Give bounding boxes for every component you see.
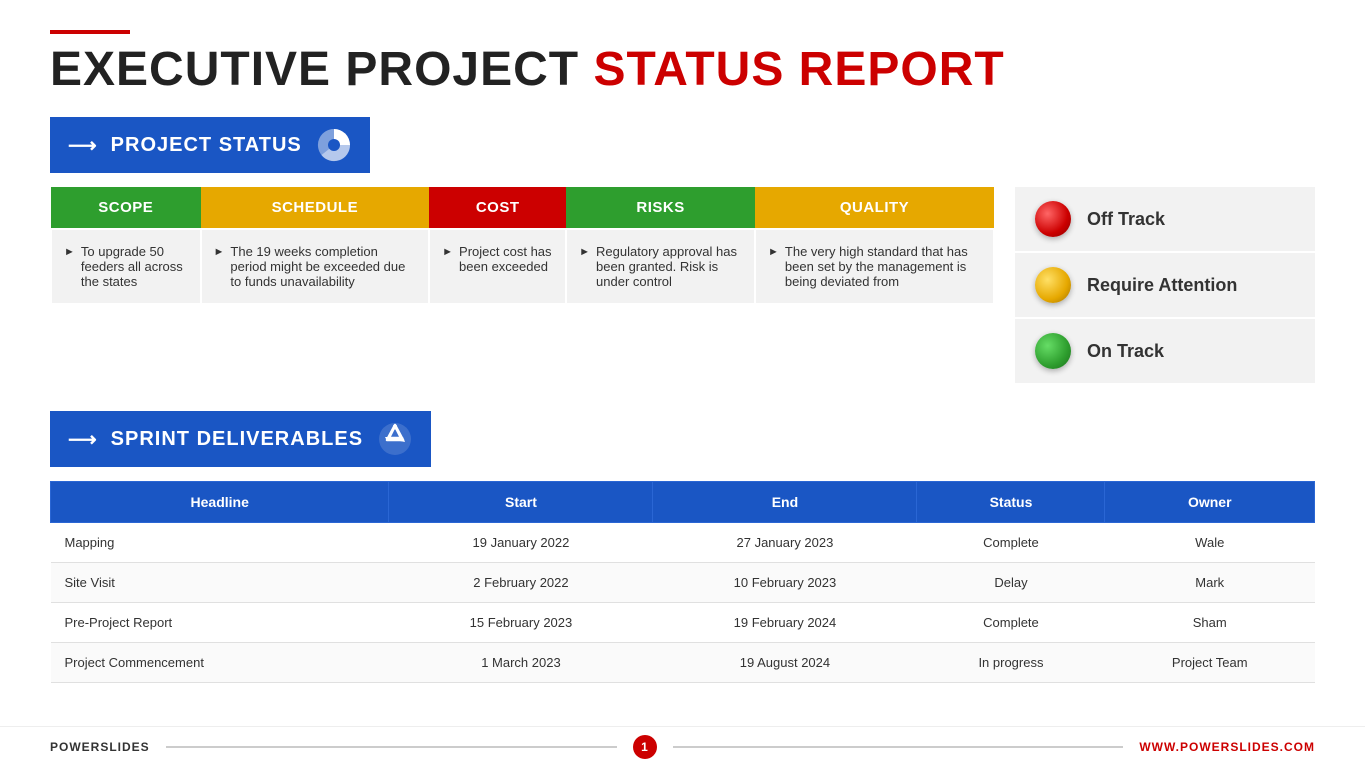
- sprint-deliverables-header: ⟶ SPRINT DELIVERABLES: [50, 411, 431, 467]
- col-headline: Headline: [51, 482, 389, 523]
- off-track-label: Off Track: [1087, 209, 1165, 230]
- page-container: EXECUTIVE PROJECT STATUS REPORT ⟶ PROJEC…: [0, 0, 1365, 767]
- sprint-table: Headline Start End Status Owner Mapping1…: [50, 481, 1315, 683]
- sprint-cell-start: 1 March 2023: [389, 643, 653, 683]
- status-area: SCOPE SCHEDULE COST RISKS QUALITY ► To u…: [50, 187, 1315, 383]
- sprint-cell-owner: Project Team: [1105, 643, 1315, 683]
- cost-cell: ► Project cost has been exceeded: [429, 229, 566, 304]
- risks-text: Regulatory approval has been granted. Ri…: [596, 244, 742, 289]
- col-status: Status: [917, 482, 1105, 523]
- sprint-row: Site Visit2 February 202210 February 202…: [51, 563, 1315, 603]
- risks-header: RISKS: [566, 187, 755, 229]
- cost-text: Project cost has been exceeded: [459, 244, 553, 274]
- scope-cell: ► To upgrade 50 feeders all across the s…: [51, 229, 201, 304]
- footer-line-right: [673, 746, 1124, 748]
- sprint-row: Pre-Project Report15 February 202319 Feb…: [51, 603, 1315, 643]
- project-status-title: PROJECT STATUS: [111, 134, 302, 157]
- pie-chart-icon: [316, 127, 352, 163]
- quality-cell: ► The very high standard that has been s…: [755, 229, 994, 304]
- bullet-triangle: ►: [64, 246, 75, 258]
- require-attention-label: Require Attention: [1087, 275, 1237, 296]
- legend-on-track: On Track: [1015, 319, 1315, 383]
- schedule-text: The 19 weeks completion period might be …: [230, 244, 416, 289]
- sprint-cell-owner: Wale: [1105, 523, 1315, 563]
- sprint-cell-status: Complete: [917, 523, 1105, 563]
- cost-header: COST: [429, 187, 566, 229]
- status-row: ► To upgrade 50 feeders all across the s…: [51, 229, 994, 304]
- header-accent-line: [50, 30, 130, 34]
- trinity-icon: [377, 421, 413, 457]
- sprint-cell-headline: Site Visit: [51, 563, 389, 603]
- legend-require-attention: Require Attention: [1015, 253, 1315, 319]
- bullet-triangle: ►: [214, 246, 225, 258]
- status-table-wrap: SCOPE SCHEDULE COST RISKS QUALITY ► To u…: [50, 187, 995, 305]
- sprint-cell-status: Complete: [917, 603, 1105, 643]
- on-track-label: On Track: [1087, 341, 1164, 362]
- sprint-cell-status: In progress: [917, 643, 1105, 683]
- sprint-table-wrap: Headline Start End Status Owner Mapping1…: [50, 481, 1315, 683]
- legend-box: Off Track Require Attention On Track: [1015, 187, 1315, 383]
- schedule-header: SCHEDULE: [201, 187, 430, 229]
- col-owner: Owner: [1105, 482, 1315, 523]
- sprint-deliverables-title: SPRINT DELIVERABLES: [111, 428, 363, 451]
- footer: POWERSLIDES 1 WWW.POWERSLIDES.COM: [0, 726, 1365, 767]
- quality-text: The very high standard that has been set…: [785, 244, 981, 289]
- quality-header: QUALITY: [755, 187, 994, 229]
- bullet-triangle: ►: [442, 246, 453, 258]
- sprint-cell-end: 10 February 2023: [653, 563, 917, 603]
- col-end: End: [653, 482, 917, 523]
- sprint-cell-start: 15 February 2023: [389, 603, 653, 643]
- col-start: Start: [389, 482, 653, 523]
- sprint-cell-end: 19 February 2024: [653, 603, 917, 643]
- project-status-header: ⟶ PROJECT STATUS: [50, 117, 370, 173]
- sprint-cell-status: Delay: [917, 563, 1105, 603]
- sprint-row: Project Commencement1 March 202319 Augus…: [51, 643, 1315, 683]
- sprint-cell-start: 2 February 2022: [389, 563, 653, 603]
- sprint-cell-owner: Sham: [1105, 603, 1315, 643]
- footer-line-left: [166, 746, 617, 748]
- footer-page-number: 1: [633, 735, 657, 759]
- page-title: EXECUTIVE PROJECT STATUS REPORT: [50, 42, 1315, 97]
- scope-text: To upgrade 50 feeders all across the sta…: [81, 244, 188, 289]
- green-dot: [1035, 333, 1071, 369]
- red-dot: [1035, 201, 1071, 237]
- scope-header: SCOPE: [51, 187, 201, 229]
- bullet-triangle: ►: [768, 246, 779, 258]
- legend-off-track: Off Track: [1015, 187, 1315, 253]
- sprint-row: Mapping19 January 202227 January 2023Com…: [51, 523, 1315, 563]
- sprint-cell-start: 19 January 2022: [389, 523, 653, 563]
- sprint-cell-headline: Project Commencement: [51, 643, 389, 683]
- sprint-cell-headline: Pre-Project Report: [51, 603, 389, 643]
- arrow-icon-2: ⟶: [68, 427, 97, 452]
- arrow-icon: ⟶: [68, 133, 97, 158]
- footer-url: WWW.POWERSLIDES.COM: [1139, 740, 1315, 754]
- status-table: SCOPE SCHEDULE COST RISKS QUALITY ► To u…: [50, 187, 995, 305]
- risks-cell: ► Regulatory approval has been granted. …: [566, 229, 755, 304]
- yellow-dot: [1035, 267, 1071, 303]
- bullet-triangle: ►: [579, 246, 590, 258]
- sprint-cell-headline: Mapping: [51, 523, 389, 563]
- sprint-cell-end: 19 August 2024: [653, 643, 917, 683]
- footer-brand: POWERSLIDES: [50, 740, 150, 754]
- sprint-cell-end: 27 January 2023: [653, 523, 917, 563]
- sprint-cell-owner: Mark: [1105, 563, 1315, 603]
- schedule-cell: ► The 19 weeks completion period might b…: [201, 229, 430, 304]
